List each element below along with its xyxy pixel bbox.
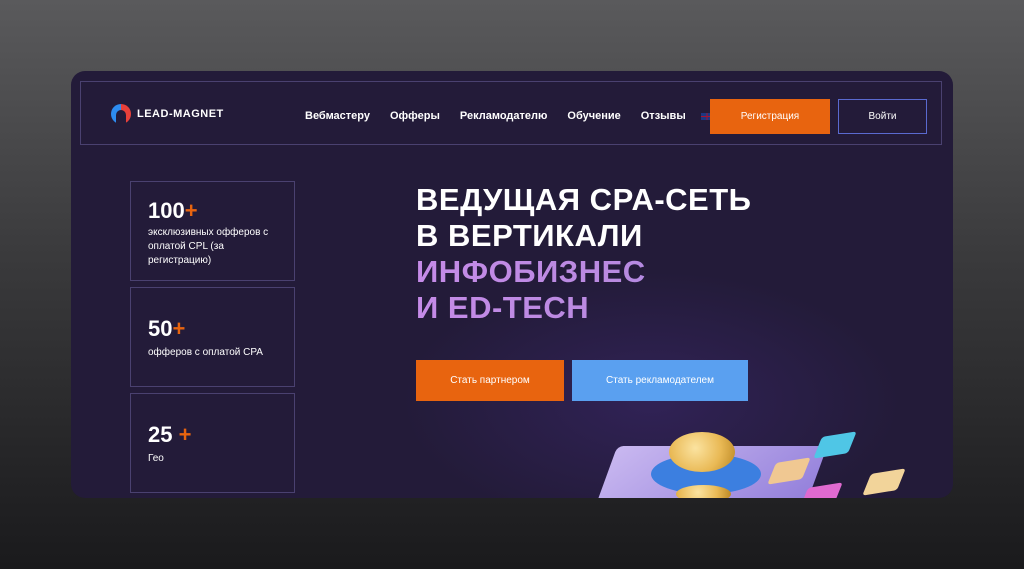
- main-nav: Вебмастеру Офферы Рекламодателю Обучение…: [305, 110, 686, 122]
- stat-value: 50+: [148, 316, 186, 341]
- become-partner-button[interactable]: Стать партнером: [416, 360, 564, 401]
- hero-title: ВЕДУЩАЯ CPA-СЕТЬ В ВЕРТИКАЛИ ИНФОБИЗНЕС …: [416, 182, 751, 326]
- stat-description: Гео: [148, 453, 164, 464]
- nav-item-advertiser[interactable]: Рекламодателю: [460, 110, 547, 122]
- nav-item-webmaster[interactable]: Вебмастеру: [305, 110, 370, 122]
- stat-card-geo: 25 + Гео: [130, 393, 295, 493]
- become-advertiser-button[interactable]: Стать рекламодателем: [572, 360, 748, 401]
- hero-line-2: В ВЕРТИКАЛИ: [416, 218, 643, 253]
- logo-text: LEAD-MAGNET: [137, 108, 224, 120]
- tile-icon: [813, 431, 857, 459]
- logo[interactable]: LEAD-MAGNET: [111, 104, 224, 124]
- register-button[interactable]: Регистрация: [710, 99, 830, 134]
- site-header: LEAD-MAGNET Вебмастеру Офферы Рекламодат…: [80, 81, 942, 145]
- stat-card-cpa: 50+ офферов с оплатой CPA: [130, 287, 295, 387]
- login-button[interactable]: Войти: [838, 99, 927, 134]
- magnet-logo-icon: [111, 104, 131, 124]
- stat-description: эксклюзивных офферов с оплатой CPL (за р…: [148, 227, 269, 266]
- hero-line-4: И ED-TECH: [416, 290, 751, 326]
- stat-value: 100+: [148, 198, 198, 223]
- nav-item-offers[interactable]: Офферы: [390, 110, 440, 122]
- coin-icon: [669, 432, 735, 472]
- stat-card-cpl: 100+ эксклюзивных офферов с оплатой CPL …: [130, 181, 295, 281]
- nav-item-reviews[interactable]: Отзывы: [641, 110, 686, 122]
- coin-icon: [676, 485, 731, 498]
- browser-window: LEAD-MAGNET Вебмастеру Офферы Рекламодат…: [71, 71, 953, 498]
- stat-value: 25 +: [148, 422, 192, 447]
- hero-line-1: ВЕДУЩАЯ CPA-СЕТЬ: [416, 182, 752, 217]
- nav-item-education[interactable]: Обучение: [567, 110, 620, 122]
- hero-line-3: ИНФОБИЗНЕС: [416, 254, 751, 290]
- stat-description: офферов с оплатой CPA: [148, 347, 263, 358]
- tile-icon: [862, 468, 906, 496]
